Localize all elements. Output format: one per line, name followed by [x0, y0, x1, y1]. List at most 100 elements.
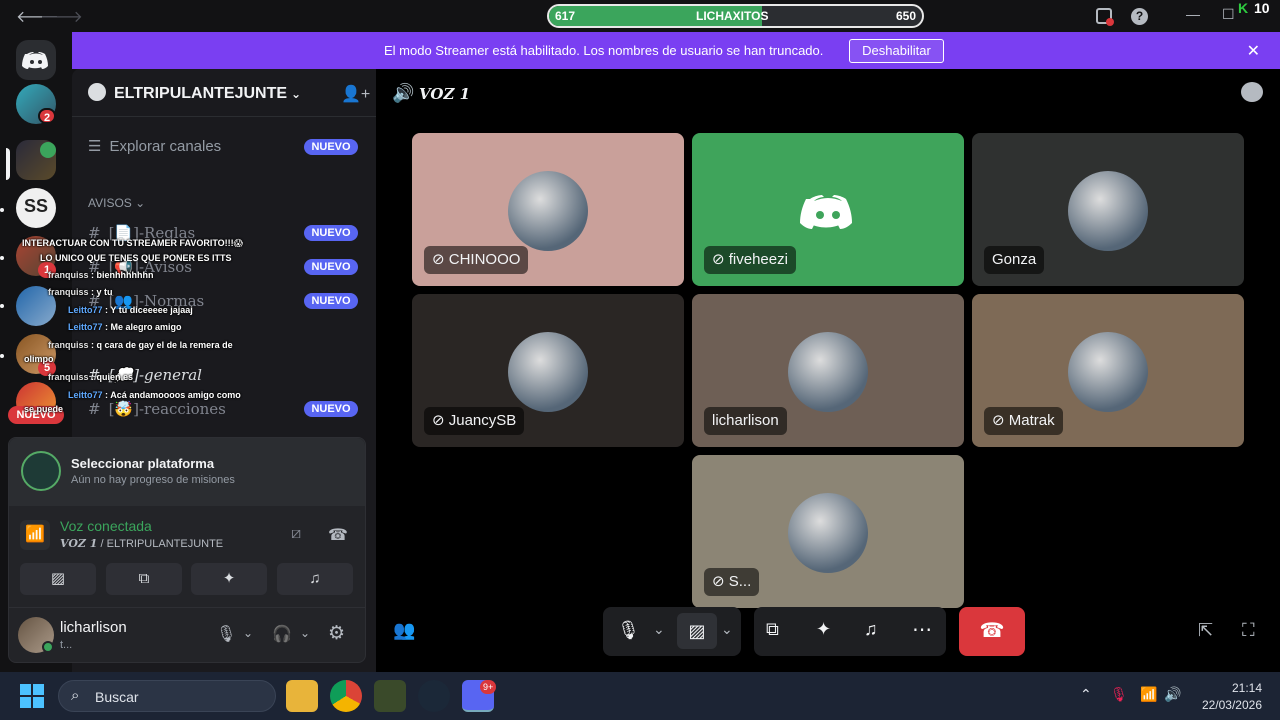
- fullscreen-icon[interactable]: ⛶: [1242, 620, 1255, 641]
- participant-label: licharlison: [704, 407, 787, 435]
- title-bar: 🡐 🡒 617 LICHAXITOS 650 ? — ☐ K 10: [0, 0, 1280, 32]
- speaker-icon: 🔊: [392, 83, 415, 103]
- overlay-chat-line: se puede: [24, 404, 64, 414]
- discord-home-button[interactable]: [16, 40, 56, 80]
- camera-off-icon[interactable]: ▨: [677, 613, 717, 649]
- participant-label: ⊘ fiveheezi: [704, 246, 796, 274]
- xp-right-value: 650: [895, 9, 916, 23]
- nuevo-badge: NUEVO: [304, 225, 358, 241]
- mic-off-icon: ⊘: [992, 412, 1009, 429]
- discord-logo-icon: [788, 171, 868, 251]
- participant-name: Gonza: [992, 251, 1037, 268]
- unread-dot: [0, 256, 4, 260]
- overlay-chat-line: franquiss : y tu: [48, 287, 113, 297]
- arrow-right-icon[interactable]: 🡒: [40, 6, 83, 27]
- chevron-down-icon[interactable]: ⌄: [653, 621, 665, 638]
- chevron-down-icon[interactable]: ⌄: [300, 626, 310, 640]
- close-icon[interactable]: ✕: [1247, 41, 1260, 61]
- participant-name: CHINOOO: [448, 251, 521, 268]
- avatar: [508, 332, 588, 412]
- quest-title: Seleccionar plataforma: [71, 456, 215, 471]
- video-tile[interactable]: ⊘ S...: [692, 455, 964, 608]
- clock-time[interactable]: 21:14: [1228, 681, 1262, 695]
- avatar: [1068, 332, 1148, 412]
- file-explorer-icon[interactable]: [286, 680, 318, 712]
- list-icon: ☰: [88, 138, 102, 155]
- speaker-icon: [40, 142, 56, 158]
- microphone-icon[interactable]: 🎙: [216, 624, 236, 644]
- participant-name: S...: [728, 573, 752, 590]
- overlay-chat-line: Leitto77 : Me alegro amigo: [68, 322, 182, 332]
- participant-label: ⊘ Matrak: [984, 407, 1063, 435]
- video-tile[interactable]: ⊘ Matrak: [972, 294, 1244, 447]
- channel-name: [🤯]-reacciones: [108, 400, 226, 418]
- overlay-chat-line: franquiss : bienhhhhhhn: [48, 270, 154, 280]
- banner-text: El modo Streamer está habilitado. Los no…: [384, 43, 824, 58]
- add-member-icon[interactable]: 👤+: [341, 84, 370, 104]
- soundboard-button[interactable]: ♫: [277, 563, 353, 595]
- windows-start-icon[interactable]: [20, 684, 44, 708]
- chevron-up-icon[interactable]: ⌃: [1080, 686, 1092, 703]
- video-tile[interactable]: Gonza: [972, 133, 1244, 286]
- signal-icon[interactable]: 📶: [20, 520, 50, 550]
- overlay-chat-line: olimpo: [24, 354, 54, 364]
- explore-channels[interactable]: ☰ Explorar canales: [88, 137, 221, 155]
- disable-streamer-button[interactable]: Deshabilitar: [849, 39, 944, 63]
- volume-icon[interactable]: 🔊: [1164, 686, 1181, 703]
- more-icon[interactable]: ⋯: [912, 617, 932, 642]
- server-header[interactable]: ELTRIPULANTEJUNTE ⌄: [88, 83, 358, 105]
- chevron-down-icon[interactable]: ⌄: [243, 626, 253, 640]
- popout-icon[interactable]: ⇱: [1198, 620, 1213, 641]
- hang-up-button[interactable]: ☎: [959, 607, 1025, 656]
- wifi-icon[interactable]: 📶: [1140, 686, 1157, 703]
- overlay-chat-line: franquiss : quien es: [48, 372, 134, 382]
- steam-icon[interactable]: [418, 680, 450, 712]
- invite-icon[interactable]: 👥: [393, 620, 415, 641]
- av-controls: 🎙 ⌄ ▨ ⌄: [603, 607, 741, 656]
- gear-icon[interactable]: ⚙: [328, 622, 345, 645]
- participant-name: Matrak: [1008, 412, 1055, 429]
- avatar: [1068, 171, 1148, 251]
- headphones-icon[interactable]: 🎧: [272, 624, 292, 644]
- xp-name: LICHAXITOS: [696, 9, 769, 23]
- gear-server-icon: [88, 83, 106, 101]
- server-icon-ss[interactable]: SS: [16, 188, 56, 228]
- explore-label: Explorar canales: [109, 138, 222, 155]
- screen-share-button[interactable]: ⧉: [106, 563, 182, 595]
- inbox-icon[interactable]: [1096, 8, 1114, 26]
- noise-suppression-icon[interactable]: ⧄: [291, 525, 301, 543]
- screen-share-icon[interactable]: ⧉: [766, 619, 779, 640]
- chat-bubble-icon[interactable]: [1241, 82, 1263, 102]
- microphone-tray-icon[interactable]: 🎙: [1110, 686, 1128, 703]
- channel-reacciones[interactable]: # [🤯]-reacciones: [88, 400, 226, 422]
- camera-off-button[interactable]: ▨: [20, 563, 96, 595]
- overlay-chat-line: LO UNICO QUE TENES QUE PONER ES ITTS: [40, 253, 232, 263]
- minimize-icon[interactable]: —: [1186, 6, 1200, 22]
- username[interactable]: licharlison: [60, 619, 127, 636]
- chevron-down-icon[interactable]: ⌄: [721, 621, 733, 638]
- help-icon[interactable]: ?: [1131, 8, 1148, 25]
- nuevo-badge: NUEVO: [304, 401, 358, 417]
- taskbar-search[interactable]: ⌕ Buscar: [58, 680, 276, 712]
- activities-icon[interactable]: ✦: [816, 619, 831, 640]
- nuevo-badge: NUEVO: [304, 259, 358, 275]
- video-tile[interactable]: ⊘ CHINOOO: [412, 133, 684, 286]
- overlay-chat-line: Leitto77 : Y tú diceeeee jajaaj: [68, 305, 193, 315]
- video-tile[interactable]: ⊘ fiveheezi: [692, 133, 964, 286]
- voice-status[interactable]: Voz conectada: [60, 518, 152, 534]
- voice-channel-name: VOZ 1: [60, 537, 98, 550]
- video-tile[interactable]: ⊘ JuancySB: [412, 294, 684, 447]
- overlay-chat-line: Leitto77 : Acá andamoooos amigo como: [68, 390, 241, 400]
- video-tile[interactable]: licharlison: [692, 294, 964, 447]
- activities-button[interactable]: ✦: [191, 563, 267, 595]
- chrome-icon[interactable]: [330, 680, 362, 712]
- microphone-icon[interactable]: 🎙: [617, 620, 640, 641]
- soundboard-icon[interactable]: ♫: [864, 619, 878, 640]
- search-icon: ⌕: [71, 687, 80, 704]
- disconnect-icon[interactable]: ☎: [328, 525, 348, 545]
- quest-card[interactable]: Seleccionar plataforma Aún no hay progre…: [9, 438, 365, 506]
- maximize-icon[interactable]: ☐: [1222, 6, 1235, 23]
- clock-date[interactable]: 22/03/2026: [1196, 698, 1262, 712]
- app-icon[interactable]: [374, 680, 406, 712]
- category-avisos[interactable]: AVISOS ⌄: [88, 196, 145, 210]
